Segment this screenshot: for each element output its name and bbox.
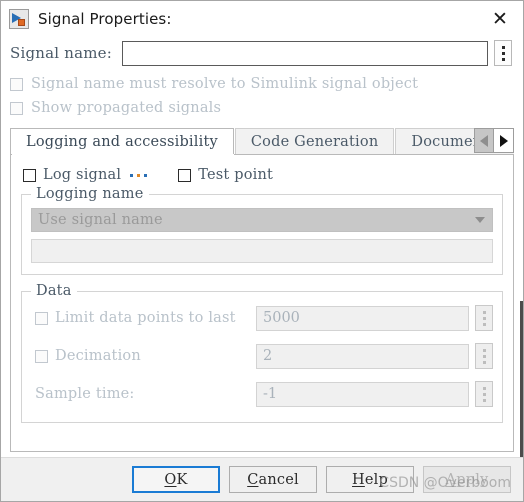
log-signal-row: Log signal Test point [23,164,505,186]
resolve-to-simulink-signal-label: Signal name must resolve to Simulink sig… [31,76,419,92]
tab-bar: Logging and accessibility Code Generatio… [10,127,514,154]
tab-logging-and-accessibility[interactable]: Logging and accessibility [10,128,234,154]
show-propagated-signals-checkbox[interactable] [10,101,23,115]
simulink-signal-icon [9,9,29,29]
chevron-down-icon [475,217,485,223]
help-button[interactable]: Help [326,466,414,493]
signal-name-browse-button[interactable] [494,40,512,66]
apply-button[interactable]: Apply [423,466,511,493]
limit-data-points-row: Limit data points to last 5000 [31,305,493,331]
log-signal-checkbox[interactable] [23,168,36,182]
log-signal-label: Log signal [43,167,122,183]
tab-code-generation[interactable]: Code Generation [234,128,395,154]
apply-button-label: Apply [445,471,489,488]
dialog-footer: OK Cancel Help Apply [1,457,523,501]
logging-custom-name-input[interactable] [31,239,493,263]
panel-scrollbar[interactable] [520,301,523,461]
tab-strip: Logging and accessibility Code Generatio… [10,127,514,154]
active-tab-panel-join [12,154,234,155]
ellipsis-icon[interactable] [129,171,148,180]
cancel-button[interactable]: Cancel [229,466,317,493]
window-title: Signal Properties: [38,10,172,28]
data-group-title: Data [31,283,77,299]
logging-name-mode-select[interactable]: Use signal name [31,208,493,232]
limit-data-points-browse-button[interactable] [475,305,493,331]
show-propagated-signals-label: Show propagated signals [31,100,222,116]
decimation-label: Decimation [55,348,141,364]
ok-button[interactable]: OK [132,466,220,493]
triangle-right-icon[interactable] [494,128,514,153]
decimation-row: Decimation 2 [31,343,493,369]
decimation-input[interactable]: 2 [256,343,469,369]
tab-scroll-arrows [474,128,514,153]
limit-data-points-checkbox[interactable] [35,311,48,325]
resolve-to-simulink-signal-row: Signal name must resolve to Simulink sig… [1,72,523,96]
signal-name-input[interactable] [122,40,488,66]
sample-time-label: Sample time: [35,386,135,402]
limit-data-points-label: Limit data points to last [55,310,236,326]
sample-time-row: Sample time: -1 [31,381,493,407]
data-group: Data Limit data points to last 5000 Deci… [21,283,503,423]
cancel-button-label: Cancel [247,471,299,488]
tab-panel-logging-and-accessibility: Log signal Test point Logging name Use s… [10,154,514,452]
test-point-label: Test point [198,167,274,183]
ok-button-label: OK [164,471,188,488]
triangle-left-icon[interactable] [474,128,494,153]
decimation-browse-button[interactable] [475,343,493,369]
logging-name-group: Logging name Use signal name [21,186,503,275]
signal-name-row: Signal name: [1,37,523,72]
help-button-label: Help [352,471,388,488]
decimation-checkbox[interactable] [35,349,48,363]
title-bar: Signal Properties: ✕ [1,1,523,37]
signal-properties-dialog: Signal Properties: ✕ Signal name: Signal… [0,0,524,502]
logging-name-group-title: Logging name [31,186,149,202]
logging-name-mode-value: Use signal name [38,212,163,228]
close-icon[interactable]: ✕ [477,1,523,37]
resolve-to-simulink-signal-checkbox[interactable] [10,77,23,91]
signal-name-label: Signal name: [10,44,113,62]
sample-time-browse-button[interactable] [475,381,493,407]
limit-data-points-input[interactable]: 5000 [256,305,469,331]
show-propagated-signals-row: Show propagated signals [1,96,523,120]
sample-time-input[interactable]: -1 [256,381,469,407]
test-point-checkbox[interactable] [178,168,192,182]
